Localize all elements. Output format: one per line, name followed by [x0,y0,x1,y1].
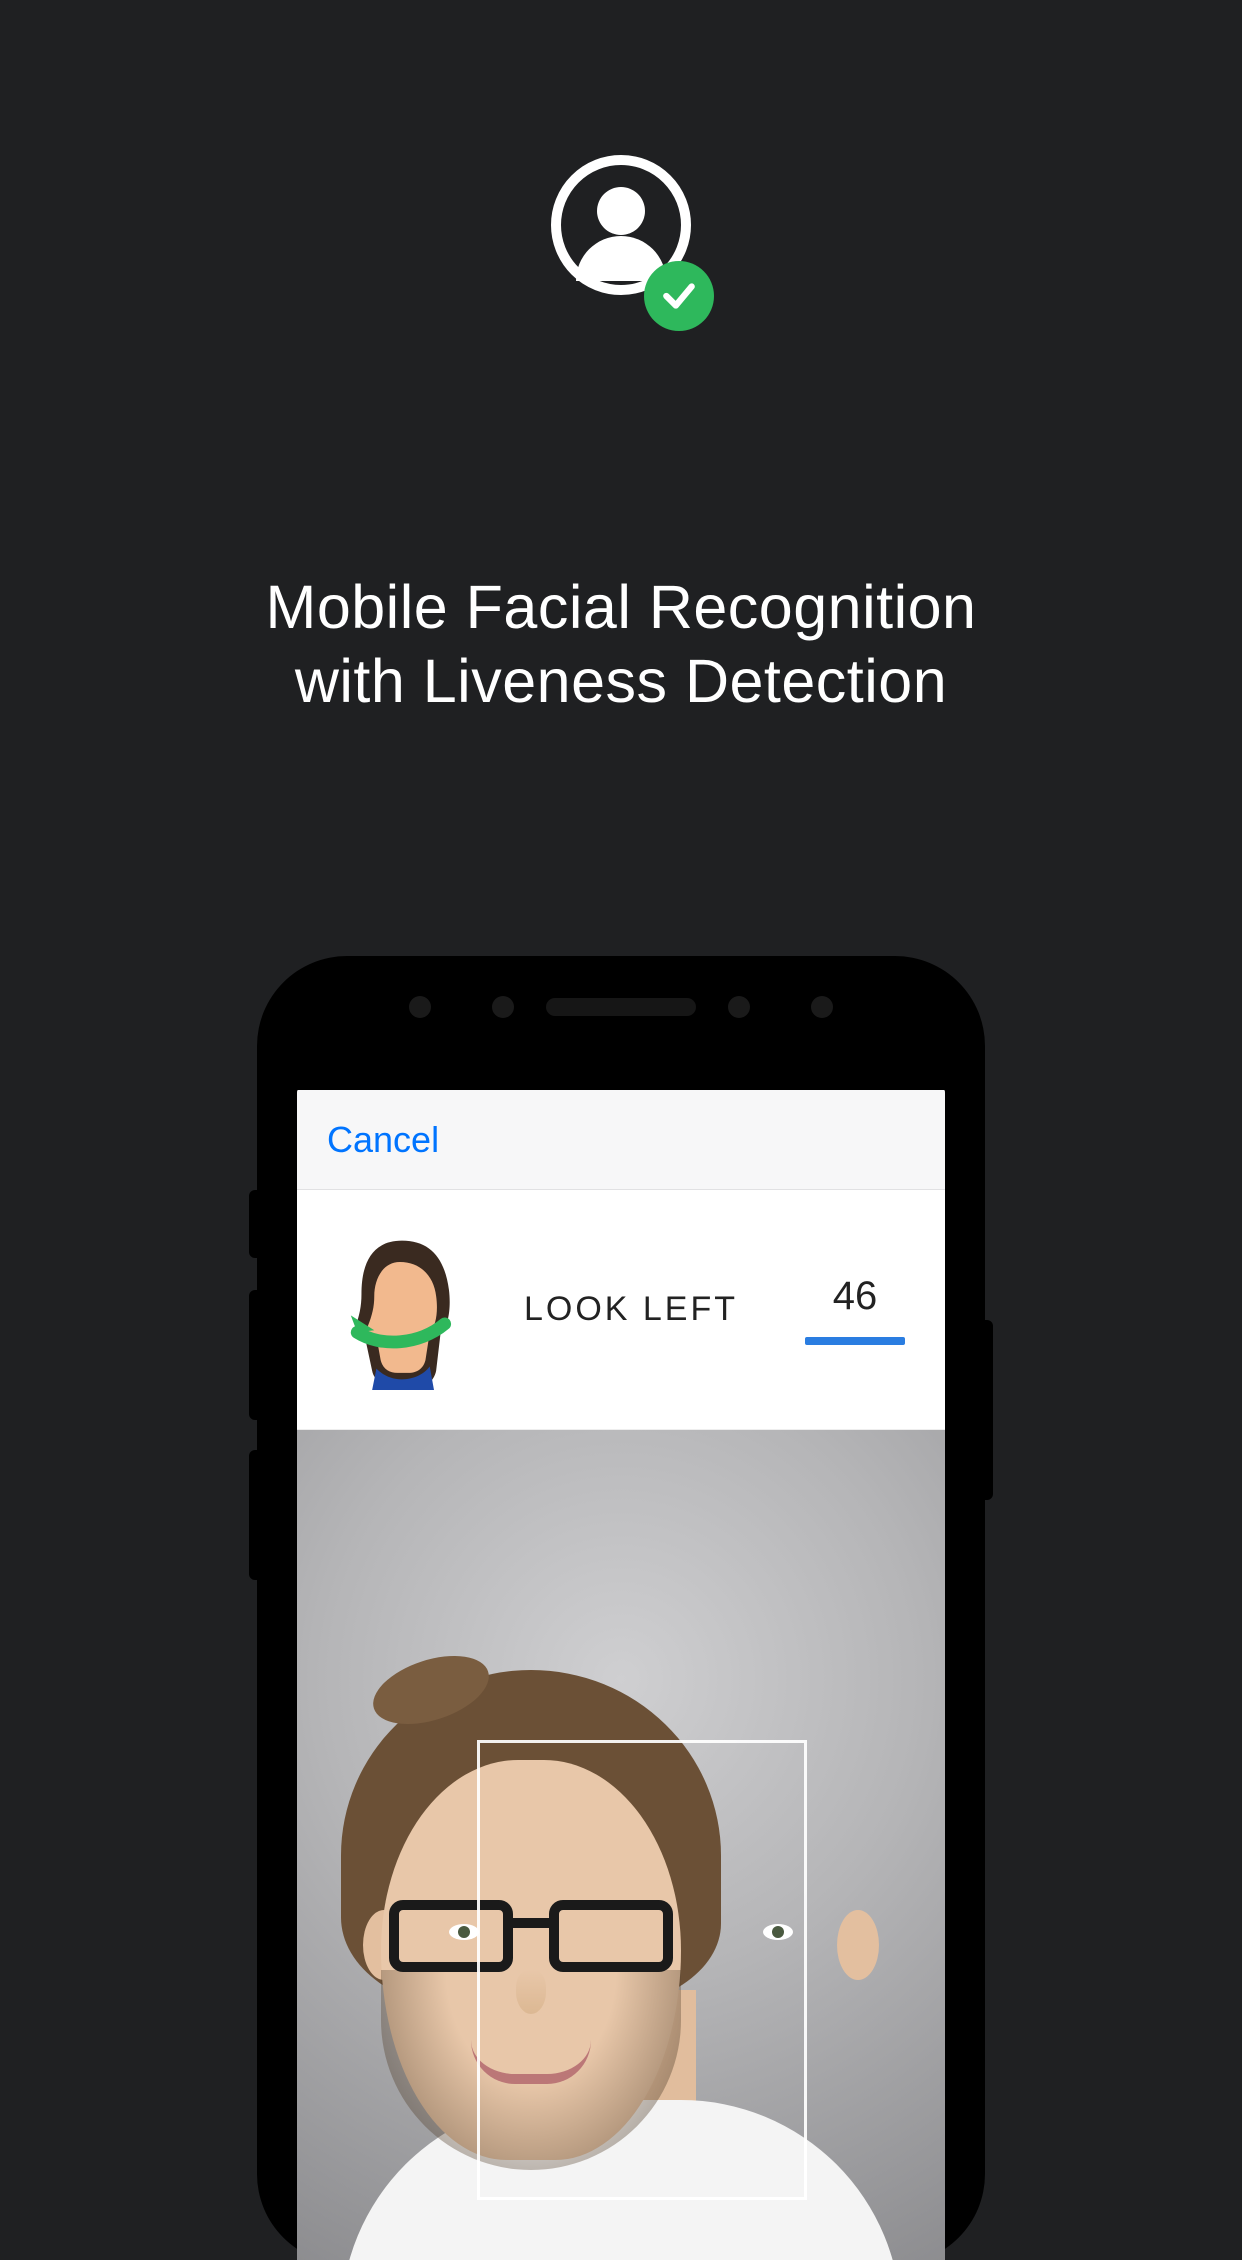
instruction-label: LOOK LEFT [467,1290,795,1329]
sensor-dot-icon [492,996,514,1018]
countdown-value: 46 [795,1274,915,1337]
phone-volume-down-button [249,1450,261,1580]
face-detection-box [477,1740,807,2200]
check-icon [660,277,698,315]
promo-screenshot: Mobile Facial Recognition with Liveness … [0,0,1242,2208]
cancel-button[interactable]: Cancel [327,1119,439,1161]
headline-line1: Mobile Facial Recognition [266,573,977,641]
countdown: 46 [795,1274,915,1345]
front-camera-icon [728,996,750,1018]
headline: Mobile Facial Recognition with Liveness … [0,570,1242,719]
phone-volume-up-button [249,1290,261,1420]
speaker-icon [546,998,696,1016]
countdown-underline [805,1337,905,1345]
hero-avatar-check-icon [536,155,706,325]
phone-screen: Cancel LOOK LEFT 46 [297,1080,945,2260]
sensor-dot-icon [811,996,833,1018]
instruction-bar: LOOK LEFT 46 [297,1190,945,1430]
phone-power-button [981,1320,993,1500]
sensor-dot-icon [409,996,431,1018]
camera-feed [297,1430,945,2260]
phone-frame: Cancel LOOK LEFT 46 [261,960,981,2260]
avatar-head-icon [597,187,645,235]
checkmark-badge-icon [644,261,714,331]
facial-recognition-app: Cancel LOOK LEFT 46 [297,1090,945,2260]
phone-top-hardware [261,996,981,1018]
app-header: Cancel [297,1090,945,1190]
turn-head-left-icon [337,1230,467,1390]
headline-line2: with Liveness Detection [295,647,947,715]
phone-side-button [249,1190,261,1258]
